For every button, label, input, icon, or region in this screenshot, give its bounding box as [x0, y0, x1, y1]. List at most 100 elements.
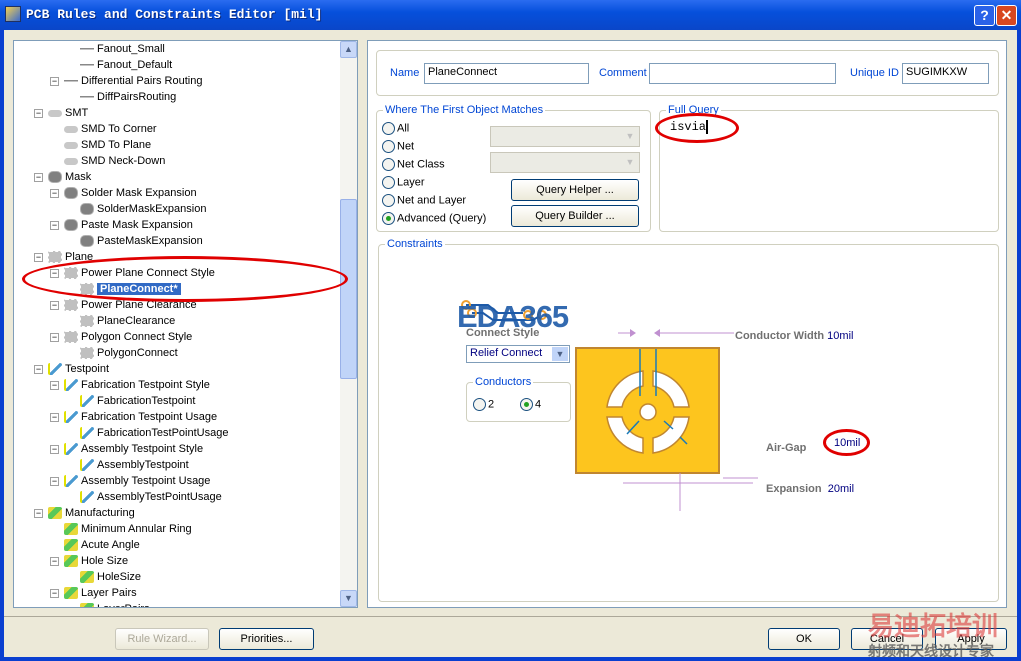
query-builder-button[interactable]: Query Builder ...	[511, 205, 639, 227]
collapse-icon[interactable]: −	[50, 77, 59, 86]
tree-item[interactable]: SolderMaskExpansion	[80, 201, 206, 217]
comment-input[interactable]	[649, 63, 836, 84]
tree-item[interactable]: Fanout_Default	[80, 57, 172, 73]
mask-rule-icon	[80, 235, 94, 248]
tree-item[interactable]: Fanout_Small	[80, 41, 165, 57]
collapse-icon[interactable]: −	[34, 253, 43, 262]
radio-label: 2	[488, 398, 495, 411]
tree-item[interactable]: − Solder Mask Expansion	[50, 185, 197, 201]
tree-item-label: HoleSize	[97, 571, 142, 583]
tree-item[interactable]: SMD To Corner	[64, 121, 157, 137]
rule-wizard-button[interactable]: Rule Wizard...	[115, 628, 209, 650]
tree-item[interactable]: PlaneClearance	[80, 313, 175, 329]
match-radio[interactable]: Net	[382, 140, 414, 153]
tree-item[interactable]: − Paste Mask Expansion	[50, 217, 193, 233]
conductors-2-radio[interactable]: 2	[473, 398, 494, 411]
tree-item[interactable]: − Polygon Connect Style	[50, 329, 192, 345]
tree-scrollbar[interactable]: ▲ ▼	[340, 41, 357, 607]
scroll-down-button[interactable]: ▼	[340, 590, 357, 607]
tree-item[interactable]: AssemblyTestpoint	[80, 457, 189, 473]
expansion-value[interactable]: 20mil	[828, 483, 854, 495]
tree-item[interactable]: − Differential Pairs Routing	[50, 73, 202, 89]
close-button[interactable]: ✕	[996, 5, 1017, 26]
net-combo[interactable]: ▼	[490, 126, 640, 147]
collapse-icon[interactable]: −	[50, 445, 59, 454]
collapse-icon[interactable]: −	[50, 221, 59, 230]
tree-item-label: Minimum Annular Ring	[81, 523, 192, 535]
tree-item-label: FabricationTestPointUsage	[97, 427, 229, 439]
collapse-icon[interactable]: −	[50, 557, 59, 566]
collapse-icon[interactable]: −	[50, 301, 59, 310]
conductor-width-value[interactable]: 10mil	[827, 330, 853, 342]
tree-item[interactable]: − Layer Pairs	[50, 585, 137, 601]
tree-item[interactable]: Minimum Annular Ring	[64, 521, 192, 537]
route-rule-icon	[80, 59, 94, 72]
radio-label: 4	[535, 398, 542, 411]
dialog-client: ▲ ▼ Fanout_Small Fanout_Default − Different…	[4, 30, 1017, 659]
conductors-4-radio[interactable]: 4	[520, 398, 541, 411]
tree-item-label: Hole Size	[81, 555, 129, 567]
tree-item[interactable]: − SMT	[34, 105, 88, 121]
collapse-icon[interactable]: −	[34, 109, 43, 118]
match-radio[interactable]: Net Class	[382, 158, 445, 171]
tree-item[interactable]: Acute Angle	[64, 537, 140, 553]
tree-item-label: Paste Mask Expansion	[81, 219, 193, 231]
ok-button[interactable]: OK	[768, 628, 840, 650]
tree-item[interactable]: − Hole Size	[50, 553, 129, 569]
net-class-combo[interactable]: ▼	[490, 152, 640, 173]
collapse-icon[interactable]: −	[34, 173, 43, 182]
match-radio[interactable]: All	[382, 122, 409, 135]
collapse-icon[interactable]: −	[34, 509, 43, 518]
name-label: Name	[390, 67, 420, 79]
match-radio[interactable]: Layer	[382, 176, 425, 189]
tree-item-label: SMD To Corner	[81, 123, 157, 135]
tree-item[interactable]: AssemblyTestPointUsage	[80, 489, 222, 505]
smt-rule-icon	[64, 125, 78, 133]
radio-label: Net and Layer	[397, 194, 467, 207]
tree-item[interactable]: − Fabrication Testpoint Usage	[50, 409, 217, 425]
scroll-up-button[interactable]: ▲	[340, 41, 357, 58]
tree-item[interactable]: − Manufacturing	[34, 505, 135, 521]
priorities-button[interactable]: Priorities...	[219, 628, 314, 650]
tree-item[interactable]: − Testpoint	[34, 361, 109, 377]
collapse-icon[interactable]: −	[50, 333, 59, 342]
annotation-circle	[655, 113, 739, 143]
connect-style-value: Relief Connect	[470, 347, 543, 359]
tree-item[interactable]: FabricationTestPointUsage	[80, 425, 228, 441]
scroll-thumb[interactable]	[340, 199, 357, 379]
collapse-icon[interactable]: −	[50, 413, 59, 422]
tree-item[interactable]: HoleSize	[80, 569, 141, 585]
tree-item[interactable]: LayerPairs	[80, 601, 150, 607]
tree-item[interactable]: SMD Neck-Down	[64, 153, 165, 169]
tree-item[interactable]: − Fabrication Testpoint Style	[50, 377, 210, 393]
collapse-icon[interactable]: −	[34, 365, 43, 374]
collapse-icon[interactable]: −	[50, 381, 59, 390]
tree-item[interactable]: − Assembly Testpoint Style	[50, 441, 203, 457]
tree-item[interactable]: DiffPairsRouting	[80, 89, 176, 105]
route-rule-icon	[64, 75, 78, 88]
tree-item-label: Layer Pairs	[81, 587, 137, 599]
name-input[interactable]: PlaneConnect	[424, 63, 589, 84]
tree-item-label: LayerPairs	[97, 603, 150, 607]
match-radio[interactable]: Advanced (Query)	[382, 212, 486, 225]
help-button[interactable]: ?	[974, 5, 995, 26]
collapse-icon[interactable]: −	[50, 477, 59, 486]
tree-item[interactable]: FabricationTestpoint	[80, 393, 195, 409]
tree-item[interactable]: − Assembly Testpoint Usage	[50, 473, 210, 489]
mfg-rule-icon	[64, 539, 78, 552]
tree-item[interactable]: SMD To Plane	[64, 137, 151, 153]
match-radio[interactable]: Net and Layer	[382, 194, 466, 207]
query-helper-button[interactable]: Query Helper ...	[511, 179, 639, 201]
test-rule-icon	[80, 491, 94, 504]
tree-item[interactable]: − Mask	[34, 169, 91, 185]
unique-id-input[interactable]: SUGIMKXW	[902, 63, 989, 84]
collapse-icon[interactable]: −	[50, 189, 59, 198]
mfg-rule-icon	[64, 587, 78, 600]
tree-item-label: SMD Neck-Down	[81, 155, 166, 167]
tree-item[interactable]: PasteMaskExpansion	[80, 233, 203, 249]
collapse-icon[interactable]: −	[50, 589, 59, 598]
tree-item[interactable]: PolygonConnect	[80, 345, 178, 361]
connect-style-select[interactable]: Relief Connect ▼	[466, 345, 570, 363]
tree-item-label: SMD To Plane	[81, 139, 152, 151]
mask-rule-icon	[48, 171, 62, 184]
